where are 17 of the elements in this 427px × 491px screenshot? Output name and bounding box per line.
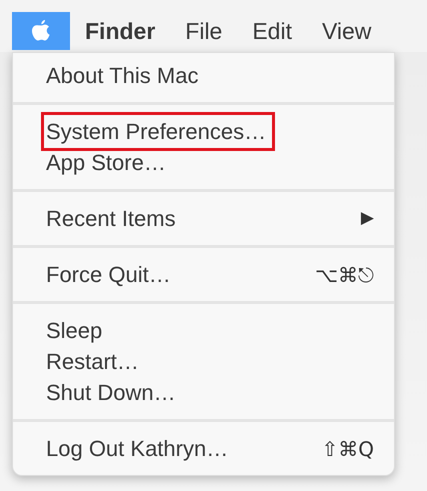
keyboard-shortcut: ⌥⌘⎋ xyxy=(314,262,374,288)
menu-item[interactable]: Recent Items xyxy=(46,206,176,231)
apple-menu-button[interactable] xyxy=(12,12,70,50)
menu-bar-item[interactable]: Edit xyxy=(237,12,307,50)
menu-item[interactable]: Sleep xyxy=(46,318,102,343)
app-menu[interactable]: Finder xyxy=(70,12,170,50)
menu-bar-item[interactable]: View xyxy=(306,12,386,50)
menu-item[interactable]: About This Mac xyxy=(46,63,198,88)
menu-bar-item[interactable]: File xyxy=(170,12,238,50)
keyboard-shortcut: ⇧⌘Q xyxy=(322,436,374,462)
menu-item[interactable]: Force Quit… xyxy=(46,262,171,287)
submenu-arrow: ▶ xyxy=(360,206,374,230)
menu-item[interactable]: Restart… xyxy=(46,349,139,374)
menu-item[interactable]: App Store… xyxy=(46,150,166,175)
menu-item[interactable]: Shut Down… xyxy=(46,380,176,405)
menu-item[interactable]: Log Out Kathryn… xyxy=(46,436,228,461)
menu-item[interactable]: System Preferences… xyxy=(46,119,266,144)
